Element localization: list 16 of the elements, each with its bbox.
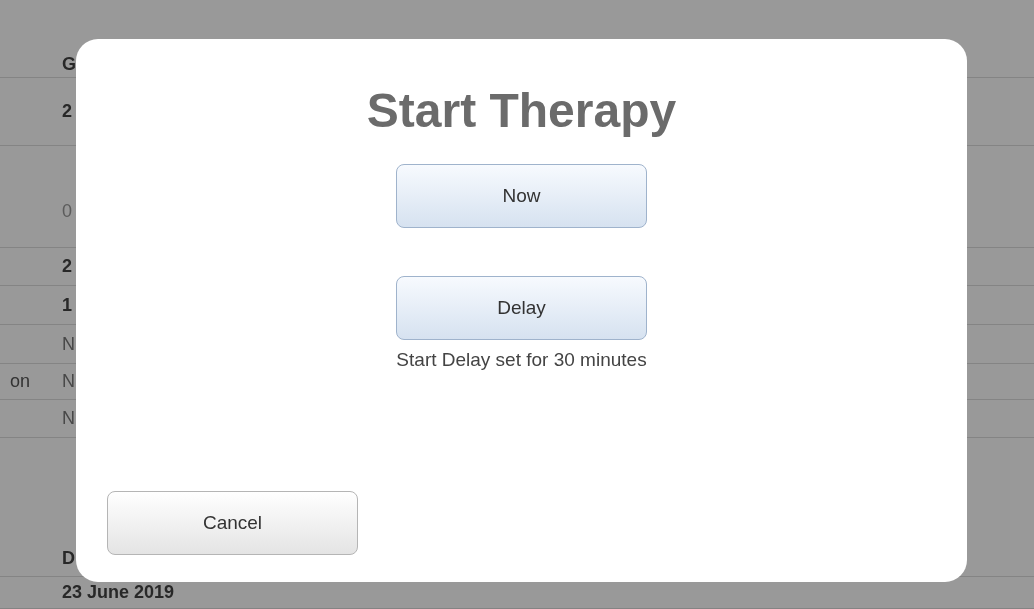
field-label: on xyxy=(9,370,32,393)
dialog-button[interactable]: Now xyxy=(396,164,647,228)
field-value: 2 xyxy=(62,255,72,278)
cancel-button[interactable]: Cancel xyxy=(107,491,358,555)
dialog-title: Start Therapy xyxy=(366,83,677,139)
field-value: N xyxy=(62,332,75,356)
field-value: 23 June 2019 xyxy=(62,581,175,604)
field-value: N xyxy=(62,407,75,430)
delay-caption: Start Delay set for 30 minutes xyxy=(396,348,647,372)
field-value: 1 xyxy=(62,293,72,317)
field-value: D xyxy=(62,546,75,570)
dialog-button[interactable]: Delay xyxy=(396,276,647,340)
field-value: N xyxy=(62,370,75,393)
field-value: G xyxy=(62,53,76,76)
field-value: 2 xyxy=(62,100,72,123)
field-value: 0 xyxy=(62,200,72,223)
